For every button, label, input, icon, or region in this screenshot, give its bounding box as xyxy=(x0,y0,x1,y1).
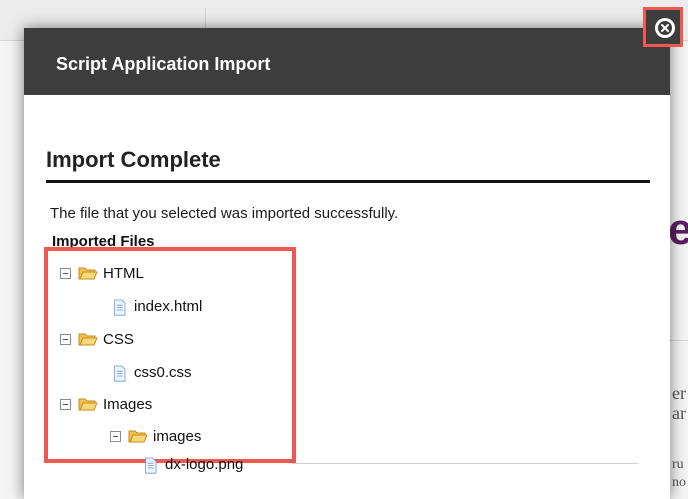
tree-node-dx-logo[interactable]: dx-logo.png xyxy=(144,454,243,474)
import-complete-heading: Import Complete xyxy=(46,147,221,172)
tree-node-label: css0.css xyxy=(134,363,192,381)
tree-node-css[interactable]: CSS xyxy=(60,329,134,349)
footer-divider xyxy=(292,463,638,464)
background-text-fragment: er xyxy=(672,383,686,403)
collapse-icon[interactable] xyxy=(60,398,71,410)
folder-open-icon xyxy=(78,333,98,346)
file-icon xyxy=(114,365,126,382)
heading-rule xyxy=(46,180,650,183)
background-text-fragment: no xyxy=(672,475,686,490)
tree-node-label: dx-logo.png xyxy=(165,455,244,473)
tree-node-html[interactable]: HTML xyxy=(60,263,144,283)
file-icon xyxy=(114,299,126,316)
file-icon xyxy=(145,457,157,474)
tree-node-label: Images xyxy=(103,395,153,413)
close-button[interactable] xyxy=(655,18,675,38)
tree-node-images-sub[interactable]: images xyxy=(110,426,201,446)
tree-node-label: HTML xyxy=(103,264,144,282)
tree-node-images[interactable]: Images xyxy=(60,394,152,414)
background-text-fragment: ar xyxy=(672,403,686,423)
tree-node-label: images xyxy=(153,427,202,445)
folder-open-icon xyxy=(78,267,98,280)
close-circle-icon xyxy=(655,18,675,38)
tree-node-css0[interactable]: css0.css xyxy=(113,362,192,382)
folder-open-icon xyxy=(128,430,148,443)
dialog-header: Script Application Import xyxy=(24,28,670,95)
background-text-fragment: ru xyxy=(672,457,684,472)
imported-files-tree: HTML index.html CSS css0.css Images imag… xyxy=(44,247,296,463)
tree-node-label: index.html xyxy=(134,297,203,315)
import-dialog: Script Application Import Import Complet… xyxy=(24,28,670,499)
close-highlight xyxy=(643,7,683,47)
collapse-icon[interactable] xyxy=(60,333,71,345)
collapse-icon[interactable] xyxy=(110,430,121,442)
tree-node-index-html[interactable]: index.html xyxy=(113,296,202,316)
success-message: The file that you selected was imported … xyxy=(50,205,399,222)
dialog-title: Script Application Import xyxy=(56,54,271,74)
folder-open-icon xyxy=(78,398,98,411)
collapse-icon[interactable] xyxy=(60,267,71,279)
background-heading-fragment: er xyxy=(668,205,688,254)
tree-node-label: CSS xyxy=(103,330,134,348)
